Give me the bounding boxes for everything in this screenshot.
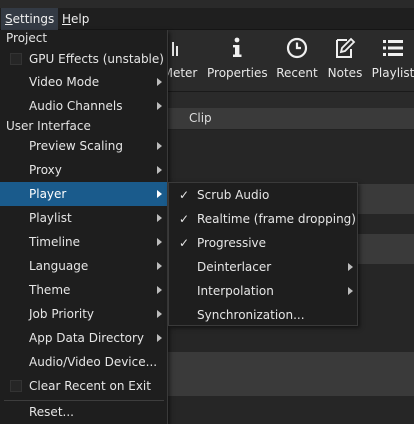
section-header-user-interface: User Interface bbox=[6, 119, 91, 133]
menu-item-label: App Data Directory bbox=[29, 331, 145, 345]
menu-item-theme[interactable]: Theme bbox=[0, 278, 167, 302]
chevron-right-icon bbox=[157, 78, 162, 86]
menu-item-playlist[interactable]: Playlist bbox=[0, 206, 167, 230]
toolbar-notes-label: Notes bbox=[327, 66, 363, 80]
menu-item-label: Proxy bbox=[29, 163, 62, 177]
clip-panel-title: Clip bbox=[189, 111, 212, 125]
submenu-item-label: Deinterlacer bbox=[197, 260, 272, 274]
player-submenu: ✓ Scrub Audio ✓ Realtime (frame dropping… bbox=[168, 182, 358, 326]
submenu-item-deinterlacer[interactable]: Deinterlacer bbox=[169, 255, 357, 279]
toolbar-recent-label: Recent bbox=[276, 66, 318, 80]
chevron-right-icon bbox=[348, 263, 353, 271]
submenu-item-synchronization[interactable]: Synchronization... bbox=[169, 303, 357, 327]
toolbar-recent-button[interactable]: Recent bbox=[274, 30, 320, 92]
clip-panel-header: Clip bbox=[168, 108, 414, 130]
check-icon: ✓ bbox=[179, 236, 190, 250]
menu-item-label: Timeline bbox=[29, 235, 81, 249]
menu-item-label: Job Priority bbox=[29, 307, 95, 321]
help-label-rest: elp bbox=[71, 12, 90, 26]
menu-item-label: GPU Effects (unstable) bbox=[29, 52, 164, 66]
help-mnemonic: H bbox=[62, 12, 72, 26]
submenu-item-realtime[interactable]: ✓ Realtime (frame dropping) bbox=[169, 207, 357, 231]
chevron-right-icon bbox=[157, 190, 162, 198]
menu-item-label: Reset... bbox=[29, 405, 74, 419]
menu-item-video-mode[interactable]: Video Mode bbox=[0, 70, 167, 94]
clock-icon bbox=[286, 37, 308, 59]
chevron-right-icon bbox=[157, 102, 162, 110]
chevron-right-icon bbox=[157, 286, 162, 294]
menu-item-label: Playlist bbox=[29, 211, 72, 225]
toolbar-playlist-label: Playlist bbox=[371, 66, 414, 80]
submenu-item-progressive[interactable]: ✓ Progressive bbox=[169, 231, 357, 255]
submenu-item-label: Progressive bbox=[197, 236, 267, 250]
submenu-item-interpolation[interactable]: Interpolation bbox=[169, 279, 357, 303]
settings-dropdown: Project GPU Effects (unstable) Video Mod… bbox=[0, 30, 168, 424]
chevron-right-icon bbox=[157, 214, 162, 222]
toolbar-playlist-button[interactable]: Playlist bbox=[370, 30, 414, 92]
menu-item-label: Language bbox=[29, 259, 89, 273]
menu-item-label: Player bbox=[29, 187, 67, 201]
menu-item-reset[interactable]: Reset... bbox=[0, 400, 167, 424]
menu-item-timeline[interactable]: Timeline bbox=[0, 230, 167, 254]
menubar: Settings Help bbox=[0, 8, 414, 30]
menu-item-label: Clear Recent on Exit bbox=[29, 379, 151, 393]
settings-label-rest: ettings bbox=[12, 12, 55, 26]
submenu-item-label: Synchronization... bbox=[197, 308, 305, 322]
background-row bbox=[168, 352, 414, 396]
chevron-right-icon bbox=[157, 334, 162, 342]
help-menu-button[interactable]: Help bbox=[58, 8, 93, 30]
menu-item-proxy[interactable]: Proxy bbox=[0, 158, 167, 182]
check-icon: ✓ bbox=[179, 212, 190, 226]
check-icon: ✓ bbox=[179, 188, 190, 202]
menu-item-audio-channels[interactable]: Audio Channels bbox=[0, 94, 167, 118]
menu-item-language[interactable]: Language bbox=[0, 254, 167, 278]
info-icon bbox=[233, 37, 242, 57]
menu-item-label: Video Mode bbox=[29, 75, 100, 89]
menu-item-label: Preview Scaling bbox=[29, 139, 123, 153]
menu-item-audio-video-device[interactable]: Audio/Video Device... bbox=[0, 350, 167, 374]
submenu-item-label: Scrub Audio bbox=[197, 188, 270, 202]
menu-item-app-data-directory[interactable]: App Data Directory bbox=[0, 326, 167, 350]
menu-item-label: Audio Channels bbox=[29, 99, 123, 113]
settings-menu-button[interactable]: Settings bbox=[1, 8, 59, 30]
chevron-right-icon bbox=[157, 262, 162, 270]
settings-mnemonic: S bbox=[5, 12, 13, 26]
section-header-project: Project bbox=[6, 31, 48, 45]
menu-item-clear-recent-on-exit[interactable]: Clear Recent on Exit bbox=[0, 374, 167, 398]
toolbar-properties-button[interactable]: Properties bbox=[207, 30, 268, 92]
menu-item-gpu-effects[interactable]: GPU Effects (unstable) bbox=[0, 47, 167, 71]
submenu-item-scrub-audio[interactable]: ✓ Scrub Audio bbox=[169, 183, 357, 207]
chevron-right-icon bbox=[157, 310, 162, 318]
chevron-right-icon bbox=[348, 287, 353, 295]
submenu-item-label: Realtime (frame dropping) bbox=[197, 212, 356, 226]
menu-item-player[interactable]: Player bbox=[0, 182, 167, 206]
menu-item-label: Audio/Video Device... bbox=[29, 355, 158, 369]
chevron-right-icon bbox=[157, 166, 162, 174]
menu-item-label: Theme bbox=[29, 283, 71, 297]
toolbar-notes-button[interactable]: Notes bbox=[325, 30, 365, 92]
toolbar-properties-label: Properties bbox=[207, 66, 268, 80]
list-icon bbox=[383, 40, 403, 56]
chevron-right-icon bbox=[157, 238, 162, 246]
menu-item-job-priority[interactable]: Job Priority bbox=[0, 302, 167, 326]
notes-edit-icon bbox=[336, 37, 356, 58]
menu-item-preview-scaling[interactable]: Preview Scaling bbox=[0, 134, 167, 158]
submenu-item-label: Interpolation bbox=[197, 284, 274, 298]
meter-icon bbox=[172, 42, 178, 56]
chevron-right-icon bbox=[157, 142, 162, 150]
